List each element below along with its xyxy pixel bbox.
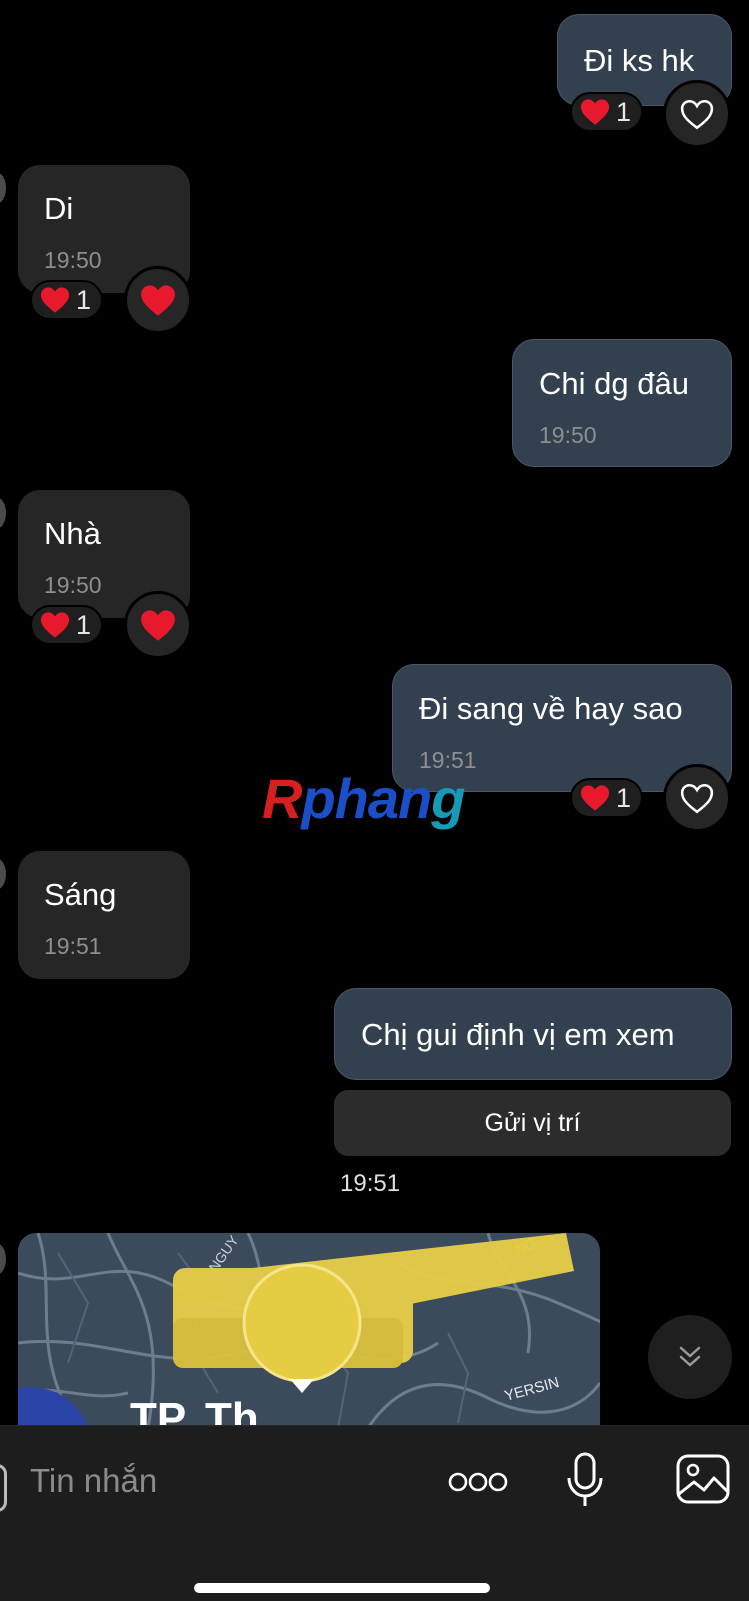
message-text: Đi ks hk [584,43,695,78]
avatar[interactable] [0,497,6,529]
avatar[interactable] [0,1243,6,1275]
message-text: Đi sang về hay sao [419,691,683,726]
heart-outline-icon [680,783,714,813]
reaction-badge[interactable]: 1 [570,778,644,818]
message-text: Nhà [44,516,101,551]
image-icon [676,1454,730,1504]
avatar[interactable] [0,858,6,890]
more-options-button[interactable] [446,1462,510,1502]
message-time: 19:51 [44,933,102,959]
message-text: Chi dg đâu [539,366,689,401]
chevron-double-down-icon [679,1346,701,1367]
heart-icon [141,284,175,316]
microphone-icon [567,1452,603,1506]
home-indicator[interactable] [194,1583,490,1593]
location-map-preview[interactable]: NGUY NG YERSIN TP. Th [18,1233,600,1428]
heart-icon [141,609,175,641]
react-button[interactable] [124,266,192,334]
message-input[interactable]: Tin nhắn [30,1462,157,1500]
message-bubble-incoming[interactable]: Sáng 19:51 [18,851,190,979]
reaction-badge[interactable]: 1 [30,605,104,645]
reaction-badge[interactable]: 1 [30,280,104,320]
microphone-button[interactable] [560,1448,610,1514]
svg-text:YERSIN: YERSIN [503,1374,561,1405]
watermark-logo: Rphang [262,767,465,830]
heart-icon [40,287,70,313]
message-time: 19:51 [340,1170,401,1197]
message-time: 19:50 [44,572,102,598]
message-time: 19:50 [539,422,597,448]
gallery-button[interactable] [674,1452,732,1506]
emoji-icon[interactable] [0,1464,7,1512]
react-button[interactable] [663,764,731,832]
message-text: Di [44,191,74,226]
message-time: 19:50 [44,247,102,273]
message-text: Chị gui định vị em xem [361,1017,675,1052]
message-composer: Tin nhắn [0,1425,749,1601]
reaction-count: 1 [76,609,92,640]
heart-icon [40,612,70,638]
reaction-count: 1 [616,96,632,127]
reaction-badge[interactable]: 1 [570,92,644,132]
map-roads: NGUY NG YERSIN TP. Th [18,1233,600,1428]
svg-text:TP. Th: TP. Th [130,1394,259,1428]
message-bubble-outgoing[interactable]: Chị gui định vị em xem [334,988,732,1080]
reaction-count: 1 [616,782,632,813]
heart-icon [580,785,610,811]
reaction-count: 1 [76,284,92,315]
react-button[interactable] [124,591,192,659]
heart-outline-icon [680,99,714,129]
react-button[interactable] [663,80,731,148]
send-location-button[interactable]: Gửi vị trí [334,1090,731,1156]
message-text: Sáng [44,877,117,912]
heart-icon [580,99,610,125]
more-options-icon [448,1472,508,1492]
message-bubble-outgoing[interactable]: Chi dg đâu 19:50 [512,339,732,467]
avatar[interactable] [0,172,6,204]
scroll-to-bottom-button[interactable] [648,1315,732,1399]
